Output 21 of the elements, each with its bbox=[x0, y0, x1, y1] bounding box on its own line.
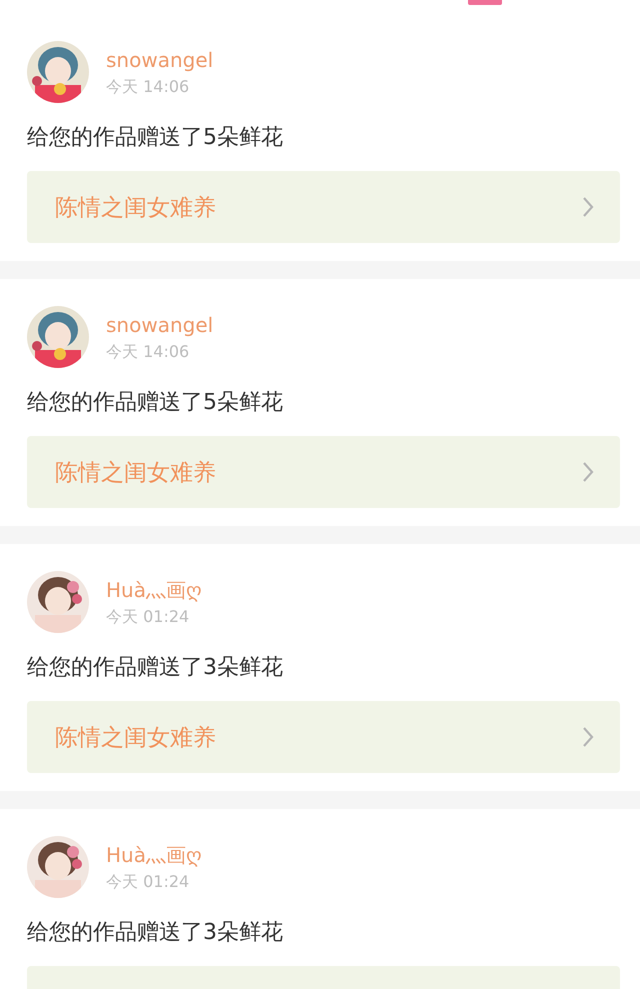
book-title: 陈情之闺女难养 bbox=[55, 194, 216, 222]
timestamp: 今天 01:24 bbox=[106, 606, 190, 628]
user-name[interactable]: snowangel bbox=[106, 312, 214, 338]
book-title: 陈情之闺女难养 bbox=[55, 458, 216, 488]
user-name[interactable]: Huà灬画ღ bbox=[106, 576, 202, 602]
chevron-right-icon bbox=[582, 726, 594, 748]
book-link-card[interactable]: 陈情之闺女难养 bbox=[27, 171, 620, 243]
user-name[interactable]: snowangel bbox=[106, 46, 214, 72]
book-title: 陈情之闺女难养 bbox=[55, 724, 216, 752]
chevron-right-icon bbox=[582, 196, 594, 218]
timestamp: 今天 01:24 bbox=[106, 870, 190, 892]
book-link-card[interactable]: 陈情之闺女难养 bbox=[27, 436, 620, 508]
timestamp: 今天 14:06 bbox=[106, 76, 190, 98]
notification-message: 给您的作品赠送了5朵鲜花 bbox=[27, 125, 284, 151]
user-name[interactable]: Huà灬画ღ bbox=[106, 842, 202, 868]
timestamp: 今天 14:06 bbox=[106, 340, 190, 362]
chevron-right-icon bbox=[582, 461, 594, 483]
notification-message: 给您的作品赠送了5朵鲜花 bbox=[27, 390, 284, 416]
book-link-card[interactable]: 陈情之闺女难养 bbox=[27, 701, 620, 773]
notification-message: 给您的作品赠送了3朵鲜花 bbox=[27, 655, 284, 681]
notification-message: 给您的作品赠送了3朵鲜花 bbox=[27, 920, 284, 946]
